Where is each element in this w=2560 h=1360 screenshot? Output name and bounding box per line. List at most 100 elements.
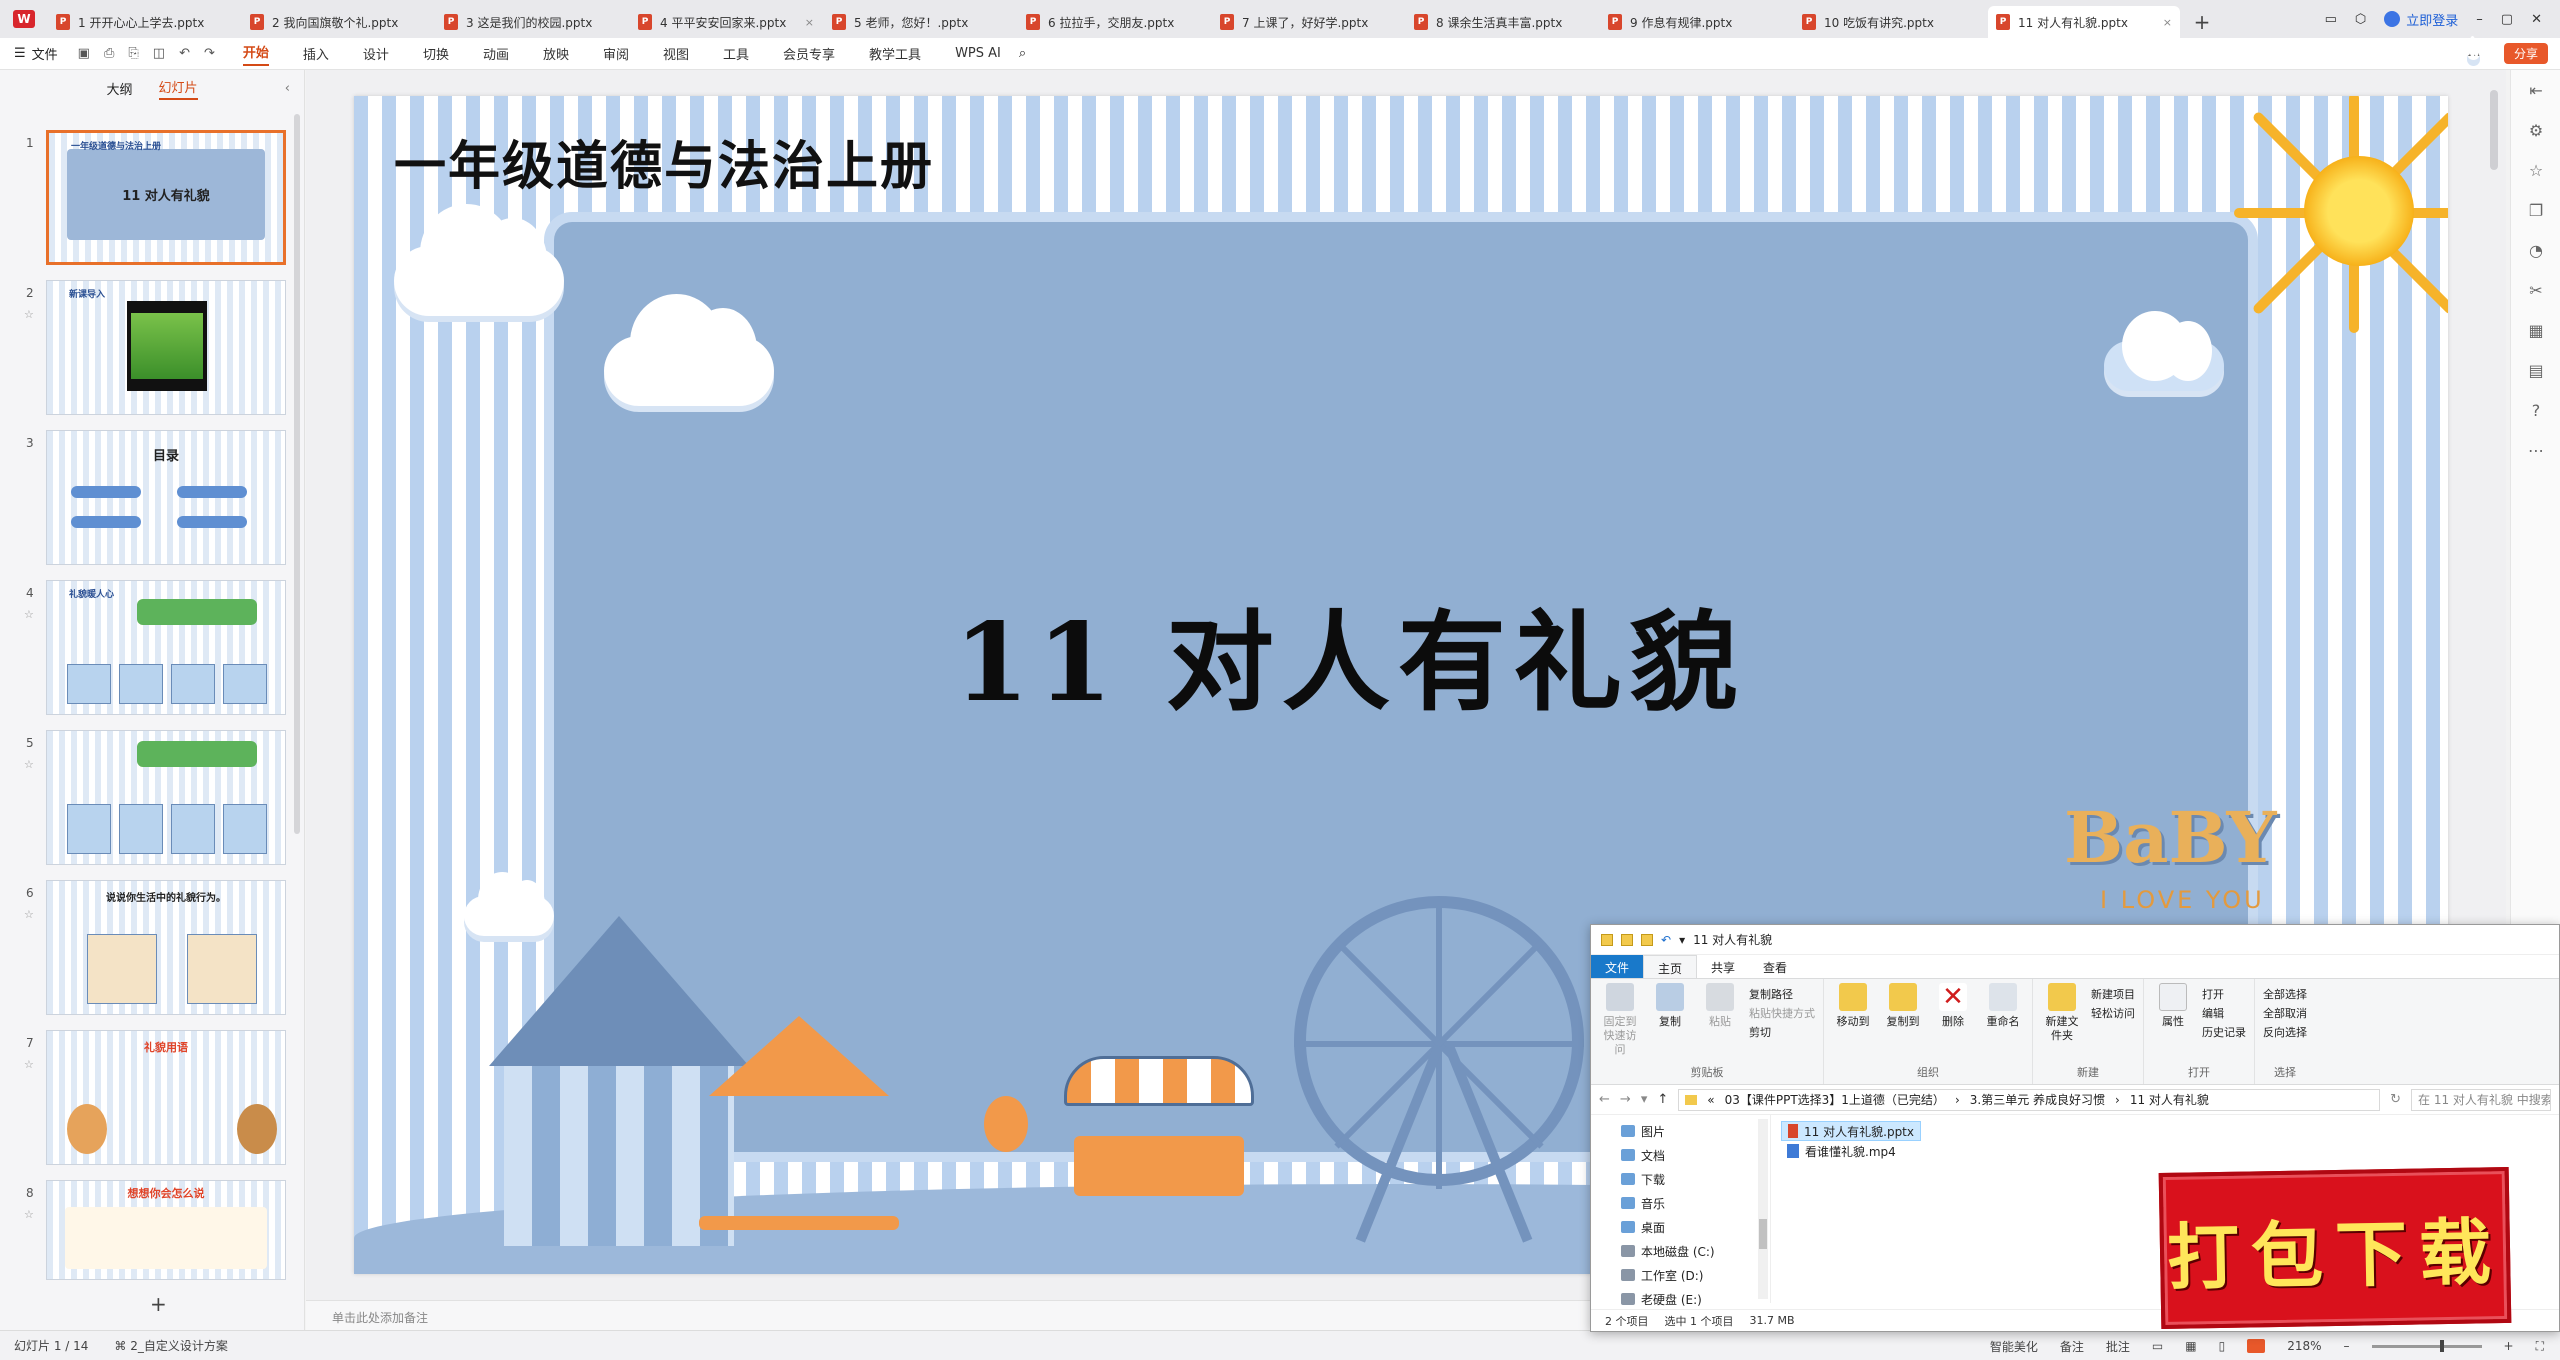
chart-icon[interactable]: ▤ xyxy=(2511,350,2560,390)
breadcrumb-1[interactable]: 03【课件PPT选择3】1上道德（已完结） xyxy=(1725,1091,1945,1108)
menu-member[interactable]: 会员专享 xyxy=(783,44,835,63)
notes-toggle-button[interactable]: 备注 xyxy=(2060,1338,2084,1355)
canvas-scrollbar[interactable] xyxy=(2490,90,2498,170)
reading-view-icon[interactable]: ▯ xyxy=(2219,1339,2226,1353)
thumbnail-6[interactable]: 6 ☆ 说说你生活中的礼貌行为。 xyxy=(0,880,300,1020)
file-item-pptx[interactable]: 11 对人有礼貌.pptx xyxy=(1781,1121,1921,1141)
login-button[interactable]: 立即登录 xyxy=(2384,10,2458,29)
nav-drive-d[interactable]: 工作室 (D:) xyxy=(1591,1263,1770,1287)
nav-pictures[interactable]: 图片 xyxy=(1591,1119,1770,1143)
menu-slideshow[interactable]: 放映 xyxy=(543,44,569,63)
share-button[interactable]: 分享 xyxy=(2503,43,2548,64)
search-icon[interactable]: ⌕ xyxy=(1019,46,1026,61)
nav-drive-c[interactable]: 本地磁盘 (C:) xyxy=(1591,1239,1770,1263)
menu-tools[interactable]: 工具 xyxy=(723,44,749,63)
search-input[interactable]: 在 11 对人有礼貌 中搜索 xyxy=(2411,1088,2551,1111)
doc-tab-5[interactable]: P5 老师，您好！.pptx xyxy=(824,6,1016,38)
properties-icon[interactable] xyxy=(1621,933,1633,946)
recent-chevron-icon[interactable]: ▾ xyxy=(1641,1092,1648,1107)
tab-share[interactable]: 共享 xyxy=(1697,955,1749,978)
normal-view-icon[interactable]: ▭ xyxy=(2152,1339,2163,1353)
doc-tab-2[interactable]: P2 我向国旗敬个礼.pptx xyxy=(242,6,434,38)
sorter-view-icon[interactable]: ▦ xyxy=(2185,1339,2196,1353)
undo-icon[interactable]: ↶ xyxy=(1661,933,1671,947)
doc-tab-7[interactable]: P7 上课了，好好学.pptx xyxy=(1212,6,1404,38)
save-icon[interactable]: ▣ xyxy=(78,46,90,61)
invert-selection-button[interactable]: 反向选择 xyxy=(2263,1023,2307,1042)
close-icon[interactable]: × xyxy=(2163,16,2172,29)
thumbnail-3[interactable]: 3 目录 xyxy=(0,430,300,570)
tab-slides[interactable]: 幻灯片 xyxy=(158,77,198,100)
undo-icon[interactable]: ↶ xyxy=(179,46,190,61)
doc-tab-4[interactable]: P4 平平安安回家来.pptx × xyxy=(630,6,822,38)
zoom-level[interactable]: 218% xyxy=(2287,1339,2321,1353)
nav-drive-e[interactable]: 老硬盘 (E:) xyxy=(1591,1287,1770,1311)
smart-beautify-button[interactable]: 智能美化 xyxy=(1990,1338,2038,1355)
up-arrow-icon[interactable]: ↑ xyxy=(1657,1092,1668,1107)
template-icon[interactable]: ▦ xyxy=(2511,310,2560,350)
menu-insert[interactable]: 插入 xyxy=(303,44,329,63)
tools-icon[interactable]: ✂ xyxy=(2511,270,2560,310)
wps-ai-button[interactable]: WPS AI xyxy=(955,46,1001,61)
maximize-icon[interactable]: ▢ xyxy=(2501,12,2513,27)
thumbnail-2[interactable]: 2 ☆ 新课导入 xyxy=(0,280,300,420)
history-button[interactable]: 历史记录 xyxy=(2202,1023,2246,1042)
play-slideshow-icon[interactable] xyxy=(2247,1339,2266,1353)
menu-home[interactable]: 开始 xyxy=(242,42,269,66)
menu-review[interactable]: 审阅 xyxy=(603,44,629,63)
easy-access-button[interactable]: 轻松访问 xyxy=(2091,1004,2135,1023)
select-all-button[interactable]: 全部选择 xyxy=(2263,985,2307,1004)
preview-icon[interactable]: ◫ xyxy=(153,46,165,61)
nav-scrollbar[interactable] xyxy=(1758,1119,1768,1299)
doc-tab-11-active[interactable]: P 11 对人有礼貌.pptx × xyxy=(1988,6,2180,38)
doc-tab-9[interactable]: P9 作息有规律.pptx xyxy=(1600,6,1792,38)
select-none-button[interactable]: 全部取消 xyxy=(2263,1004,2307,1023)
breadcrumb-3[interactable]: 11 对人有礼貌 xyxy=(2130,1091,2209,1108)
design-scheme[interactable]: ⌘ 2_自定义设计方案 xyxy=(114,1337,227,1354)
file-menu[interactable]: ☰ 文件 xyxy=(14,44,58,63)
print-icon[interactable]: ⎘ xyxy=(128,46,138,61)
zoom-in-icon[interactable]: + xyxy=(2504,1339,2514,1353)
thumbnail-4[interactable]: 4 ☆ 礼貌暖人心 xyxy=(0,580,300,720)
fit-window-icon[interactable]: ⛶ xyxy=(2536,1339,2544,1354)
star-icon[interactable]: ☆ xyxy=(24,908,34,921)
breadcrumb-2[interactable]: 3.第三单元 养成良好习惯 xyxy=(1970,1091,2105,1108)
star-icon[interactable]: ☆ xyxy=(24,758,34,771)
menu-view[interactable]: 视图 xyxy=(663,44,689,63)
collapse-toolbar-icon[interactable]: ⇤ xyxy=(2511,70,2560,110)
animation-icon[interactable]: ◔ xyxy=(2511,230,2560,270)
file-item-mp4[interactable]: 看谁懂礼貌.mp4 xyxy=(1781,1141,1921,1161)
forward-arrow-icon[interactable]: → xyxy=(1620,1092,1631,1107)
new-tab-plus-icon[interactable]: + xyxy=(2182,6,2222,38)
new-folder-icon[interactable] xyxy=(1641,933,1653,946)
doc-tab-3[interactable]: P3 这是我们的校园.pptx xyxy=(436,6,628,38)
chevron-left-icon[interactable]: ‹ xyxy=(285,81,290,96)
cube-icon[interactable]: ⬡ xyxy=(2355,12,2366,27)
redo-icon[interactable]: ↷ xyxy=(204,46,215,61)
menu-animation[interactable]: 动画 xyxy=(483,44,509,63)
menu-transition[interactable]: 切换 xyxy=(423,44,449,63)
menu-design[interactable]: 设计 xyxy=(363,44,389,63)
doc-tab-8[interactable]: P8 课余生活真丰富.pptx xyxy=(1406,6,1598,38)
download-package-button[interactable]: 打包下载 xyxy=(2158,1166,2512,1330)
new-item-button[interactable]: 新建项目 xyxy=(2091,985,2135,1004)
doc-tab-1[interactable]: P1 开开心心上学去.pptx xyxy=(48,6,240,38)
comments-button[interactable]: 批注 xyxy=(2106,1338,2130,1355)
explorer-titlebar[interactable]: ↶ ▾ 11 对人有礼貌 xyxy=(1591,925,2559,955)
layout-icon[interactable]: ▭ xyxy=(2325,12,2337,27)
tab-home[interactable]: 主页 xyxy=(1643,955,1698,978)
doc-tab-10[interactable]: P 10 吃饭有讲究.pptx xyxy=(1794,6,1986,38)
tab-view[interactable]: 查看 xyxy=(1749,955,1801,978)
slide-title[interactable]: 11 对人有礼貌 xyxy=(954,576,1746,732)
nav-downloads[interactable]: 下载 xyxy=(1591,1167,1770,1191)
minimize-icon[interactable]: – xyxy=(2476,12,2483,27)
thumbnail-7[interactable]: 7 ☆ 礼貌用语 xyxy=(0,1030,300,1170)
zoom-slider-knob[interactable] xyxy=(2439,1339,2444,1352)
star-icon[interactable]: ☆ xyxy=(24,1058,34,1071)
wps-logo-icon[interactable]: W xyxy=(0,0,48,38)
cut-button[interactable]: 剪切 xyxy=(1749,1023,1815,1042)
slide-header-text[interactable]: 一年级道德与法治上册 xyxy=(394,124,934,199)
star-icon[interactable]: ☆ xyxy=(24,1208,34,1221)
tab-outline[interactable]: 大纲 xyxy=(106,79,132,98)
settings-icon[interactable]: ⚙ xyxy=(2511,110,2560,150)
